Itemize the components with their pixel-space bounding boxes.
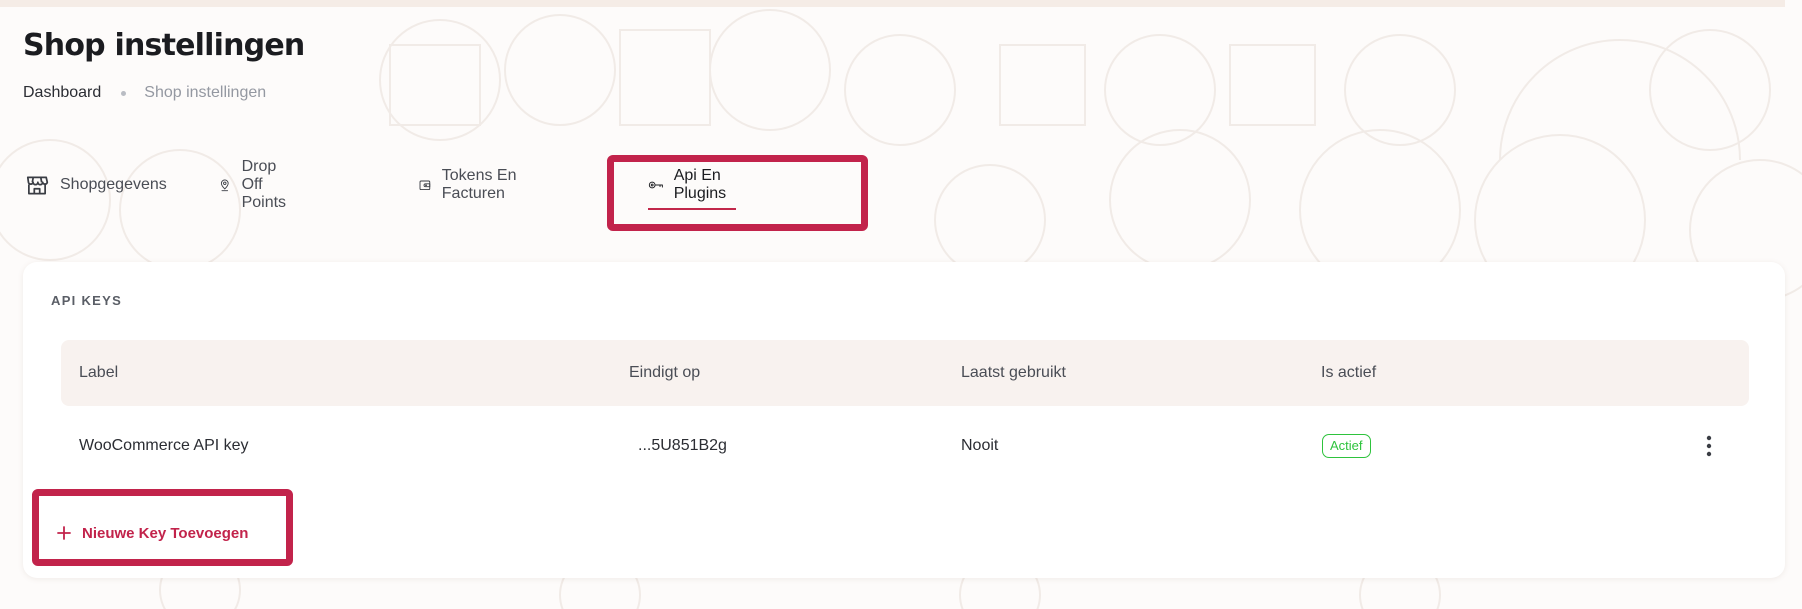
tab-drop-off-points[interactable]: Drop Off Points xyxy=(218,158,298,211)
tab-shopgegevens[interactable]: Shopgegevens xyxy=(24,168,167,202)
page-title: Shop instellingen xyxy=(23,28,305,63)
column-header-label: Label xyxy=(79,364,119,381)
column-header-eindigt-op: Eindigt op xyxy=(629,364,701,381)
more-options-icon[interactable] xyxy=(1699,432,1719,460)
section-title: API KEYS xyxy=(51,293,123,308)
table-row: WooCommerce API key ...5U851B2g Nooit Ac… xyxy=(61,406,1749,486)
tab-tokens-en-facturen[interactable]: Tokens En Facturen xyxy=(418,167,517,202)
wallet-icon xyxy=(419,180,431,191)
table-header: Label Eindigt op Laatst gebruikt Is acti… xyxy=(61,340,1749,406)
status-badge: Actief xyxy=(1322,434,1371,458)
highlight-box-api-tab xyxy=(607,155,868,231)
breadcrumb-dashboard[interactable]: Dashboard xyxy=(23,84,101,102)
breadcrumb: Dashboard Shop instellingen xyxy=(23,84,266,102)
highlight-box-add-key xyxy=(32,489,293,566)
api-key-label: WooCommerce API key xyxy=(79,437,249,454)
store-icon xyxy=(26,176,49,195)
breadcrumb-current: Shop instellingen xyxy=(144,84,267,101)
api-key-last-used: Nooit xyxy=(961,437,999,454)
tab-label: Drop Off Points xyxy=(241,158,287,211)
api-key-suffix: ...5U851B2g xyxy=(638,437,727,454)
breadcrumb-separator xyxy=(121,90,127,96)
tab-label: Shopgegevens xyxy=(60,176,167,193)
location-pin-icon xyxy=(220,179,229,192)
column-header-is-actief: Is actief xyxy=(1321,364,1377,381)
tab-label: Tokens En Facturen xyxy=(441,167,517,202)
column-header-laatst-gebruikt: Laatst gebruikt xyxy=(961,364,1066,381)
